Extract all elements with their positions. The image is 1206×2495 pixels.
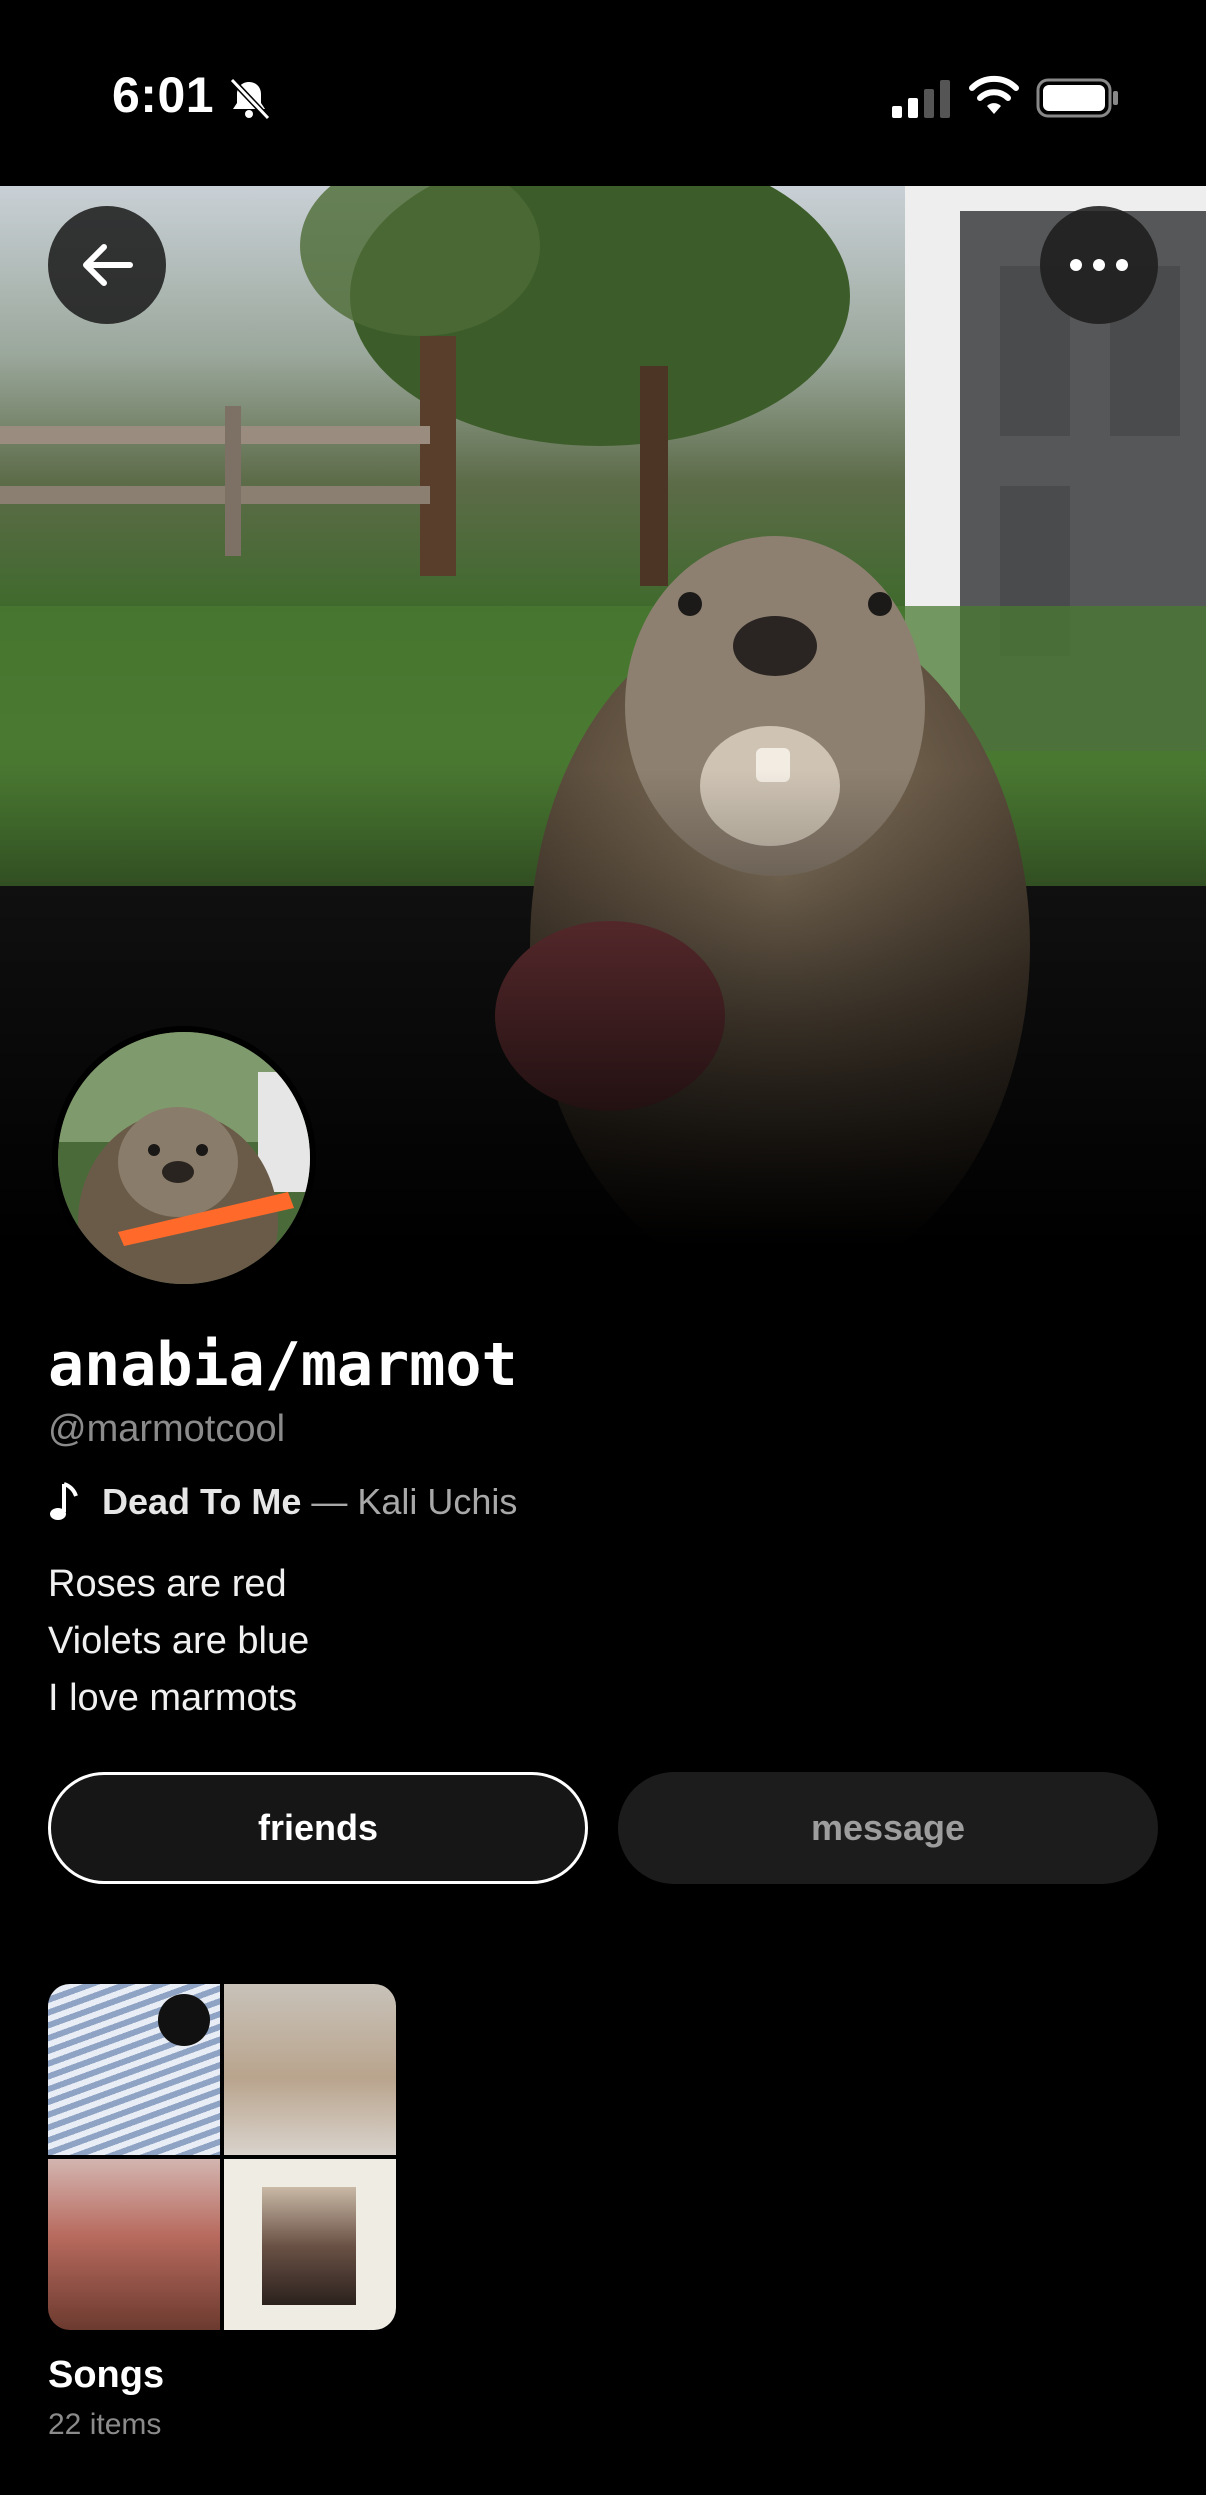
avatar[interactable] (52, 1026, 316, 1290)
now-playing-separator: — (311, 1481, 348, 1522)
now-playing[interactable]: Dead To Me — Kali Uchis (48, 1478, 517, 1526)
cover-tile (224, 1984, 396, 2155)
playlist-cover[interactable] (48, 1984, 396, 2330)
now-playing-artist: Kali Uchis (357, 1481, 518, 1522)
now-playing-title: Dead To Me (102, 1481, 302, 1522)
cover-tile (48, 2159, 220, 2330)
arrow-left-icon (83, 244, 133, 286)
battery-icon (1036, 78, 1118, 118)
friends-button[interactable]: friends (48, 1772, 588, 1884)
status-time: 6:01 (112, 67, 215, 123)
bell-slash-icon (229, 77, 271, 121)
playlist-title[interactable]: Songs (48, 2354, 164, 2397)
avatar-image (58, 1032, 310, 1284)
more-options-button[interactable] (1040, 206, 1158, 324)
cover-tile (224, 2159, 396, 2330)
bio-line: Violets are blue (48, 1620, 310, 1662)
playlist-count: 22 items (48, 2408, 162, 2441)
cover-tile (48, 1984, 220, 2155)
username: @marmotcool (48, 1408, 286, 1450)
back-button[interactable] (48, 206, 166, 324)
bio-line: Roses are red (48, 1563, 287, 1605)
message-button[interactable]: message (618, 1772, 1158, 1884)
wifi-icon (969, 75, 1019, 114)
ellipsis-icon (1070, 259, 1128, 271)
bio-line: I love marmots (48, 1677, 298, 1719)
display-name: anabia/marmot (48, 1330, 518, 1400)
album-photo (262, 2187, 356, 2305)
music-note-icon (50, 1482, 78, 1520)
cellular-signal-icon (892, 80, 950, 118)
status-bar: 6:01 (0, 0, 1206, 186)
album-badge (158, 1994, 210, 2046)
bio: Roses are red Violets are blue I love ma… (48, 1556, 309, 1727)
